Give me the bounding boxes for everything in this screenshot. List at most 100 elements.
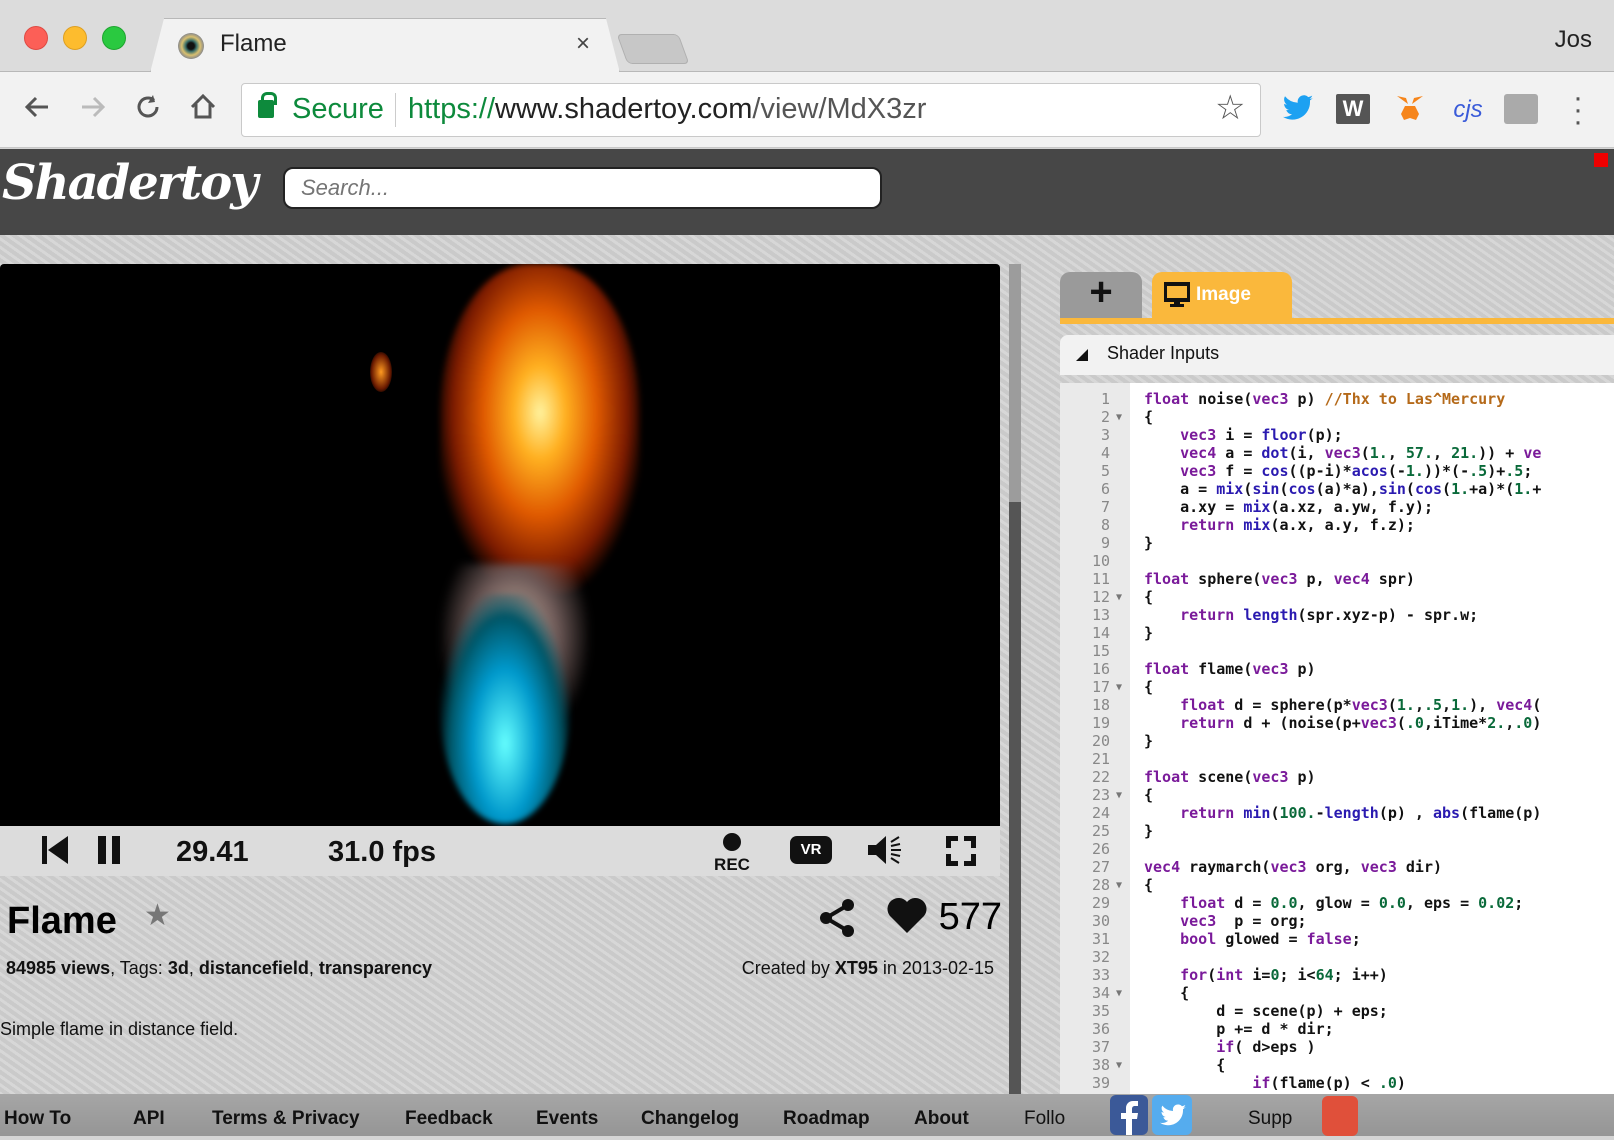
code-line[interactable]: 35 d = scene(p) + eps; (1060, 1002, 1614, 1021)
status-indicator (1594, 153, 1608, 167)
code-line[interactable]: 16 float flame(vec3 p) (1060, 660, 1614, 679)
tag-link[interactable]: distancefield (199, 958, 309, 978)
image-icon[interactable] (1504, 94, 1538, 124)
code-line[interactable]: 23 ▼{ (1060, 786, 1614, 805)
monitor-icon (1164, 282, 1190, 307)
add-pass-tab[interactable]: + (1060, 272, 1142, 318)
code-line[interactable]: 38 ▼ { (1060, 1056, 1614, 1075)
favorite-star-icon[interactable]: ★ (144, 898, 171, 933)
share-icon[interactable] (818, 898, 858, 938)
back-arrow-icon[interactable] (22, 92, 52, 128)
new-tab-button[interactable] (616, 34, 690, 64)
url-path: /view/MdX3zr (752, 93, 927, 125)
minimize-window-button[interactable] (63, 26, 87, 50)
site-logo[interactable]: Shadertoy (2, 155, 258, 211)
code-line[interactable]: 10 (1060, 552, 1614, 571)
fullscreen-icon[interactable] (946, 836, 976, 870)
code-line[interactable]: 6 a = mix(sin(cos(a)*a),sin(cos(1.+a)*(1… (1060, 480, 1614, 499)
facebook-icon[interactable] (1110, 1095, 1148, 1135)
footer-link-events[interactable]: Events (536, 1108, 598, 1130)
vr-button[interactable]: VR (790, 836, 832, 864)
metamask-icon[interactable] (1392, 94, 1428, 126)
patreon-icon[interactable] (1322, 1096, 1358, 1136)
code-line[interactable]: 39 if(flame(p) < .0) (1060, 1074, 1614, 1093)
code-line[interactable]: 19 return d + (noise(p+vec3(.0,iTime*2.,… (1060, 714, 1614, 733)
code-line[interactable]: 24 return min(100.-length(p) , abs(flame… (1060, 804, 1614, 823)
reload-icon[interactable] (133, 92, 163, 128)
code-line[interactable]: 30 vec3 p = org; (1060, 912, 1614, 931)
code-line[interactable]: 11 float sphere(vec3 p, vec4 spr) (1060, 570, 1614, 589)
pause-icon[interactable] (98, 836, 122, 868)
heart-icon[interactable] (886, 897, 928, 933)
browser-menu-icon[interactable]: · · · (1568, 83, 1588, 137)
code-line[interactable]: 33 for(int i=0; i<64; i++) (1060, 966, 1614, 985)
footer-link-terms[interactable]: Terms & Privacy (212, 1108, 360, 1130)
tag-link[interactable]: 3d (168, 958, 189, 978)
code-line[interactable]: 34 ▼ { (1060, 984, 1614, 1003)
flame-blue-region (440, 594, 570, 824)
tab-underline (1060, 318, 1614, 324)
code-line[interactable]: 7 a.xy = mix(a.xz, a.yw, f.y); (1060, 498, 1614, 517)
rewind-icon[interactable] (42, 836, 68, 868)
cjs-icon[interactable]: cjs (1446, 94, 1490, 126)
bookmark-star-icon[interactable]: ☆ (1215, 88, 1245, 128)
footer-link-api[interactable]: API (133, 1108, 165, 1130)
record-button[interactable]: REC (712, 832, 752, 873)
code-line[interactable]: 13 return length(spr.xyz-p) - spr.w; (1060, 606, 1614, 625)
maximize-window-button[interactable] (102, 26, 126, 50)
close-window-button[interactable] (24, 26, 48, 50)
code-line[interactable]: 25} (1060, 822, 1614, 841)
code-line[interactable]: 18 float d = sphere(p*vec3(1.,.5,1.), ve… (1060, 696, 1614, 715)
close-tab-icon[interactable]: × (576, 30, 590, 58)
footer-link-about[interactable]: About (914, 1108, 969, 1130)
page-scrollbar-thumb[interactable] (1009, 264, 1021, 502)
code-line[interactable]: 28 ▼{ (1060, 876, 1614, 895)
code-line[interactable]: 17 ▼{ (1060, 678, 1614, 697)
footer-link-changelog[interactable]: Changelog (641, 1108, 739, 1130)
code-line[interactable]: 15 (1060, 642, 1614, 661)
shader-canvas[interactable] (0, 264, 1000, 826)
code-line[interactable]: 36 p += d * dir; (1060, 1020, 1614, 1039)
code-line[interactable]: 4 vec4 a = dot(i, vec3(1., 57., 21.)) + … (1060, 444, 1614, 463)
code-line[interactable]: 9} (1060, 534, 1614, 553)
profile-name[interactable]: Jos (1555, 26, 1592, 54)
tag-link[interactable]: transparency (319, 958, 432, 978)
code-line[interactable]: 31 bool glowed = false; (1060, 930, 1614, 949)
footer-link-feedback[interactable]: Feedback (405, 1108, 493, 1130)
code-line[interactable]: 12 ▼{ (1060, 588, 1614, 607)
shader-inputs-bar[interactable]: Shader Inputs (1060, 335, 1614, 375)
code-line[interactable]: 3 vec3 i = floor(p); (1060, 426, 1614, 445)
code-line[interactable]: 27 vec4 raymarch(vec3 org, vec3 dir) (1060, 858, 1614, 877)
url-text[interactable]: https://www.shadertoy.com/view/MdX3zr (408, 93, 926, 126)
twitter-icon[interactable] (1280, 94, 1316, 126)
shader-inputs-label: Shader Inputs (1107, 343, 1220, 363)
author-link[interactable]: XT95 (835, 958, 878, 978)
code-line[interactable]: 14} (1060, 624, 1614, 643)
w-icon[interactable]: W (1336, 94, 1370, 124)
code-line[interactable]: 1 float noise(vec3 p) //Thx to Las^Mercur… (1060, 390, 1614, 409)
footer-link-how-to[interactable]: How To (4, 1108, 71, 1130)
elapsed-time: 29.41 (176, 836, 249, 868)
lock-icon (258, 92, 277, 118)
search-input[interactable] (283, 167, 882, 209)
code-line[interactable]: 8 return mix(a.x, a.y, f.z); (1060, 516, 1614, 535)
code-editor[interactable]: 1 float noise(vec3 p) //Thx to Las^Mercur… (1060, 383, 1614, 1094)
code-line[interactable]: 5 vec3 f = cos((p-i)*acos(-1.))*(-.5)+.5… (1060, 462, 1614, 481)
forward-arrow-icon[interactable] (78, 92, 108, 128)
record-label: REC (714, 855, 750, 874)
home-icon[interactable] (188, 92, 218, 128)
code-line[interactable]: 26 (1060, 840, 1614, 859)
image-tab[interactable]: Image (1152, 272, 1292, 318)
likes[interactable]: 577 (886, 896, 1002, 939)
footer-link-roadmap[interactable]: Roadmap (783, 1108, 870, 1130)
code-line[interactable]: 37 if( d>eps ) (1060, 1038, 1614, 1057)
collapse-triangle-icon[interactable] (1076, 349, 1088, 361)
code-line[interactable]: 22 float scene(vec3 p) (1060, 768, 1614, 787)
twitter-footer-icon[interactable] (1152, 1095, 1192, 1135)
code-line[interactable]: 20} (1060, 732, 1614, 751)
code-line[interactable]: 2 ▼{ (1060, 408, 1614, 427)
code-line[interactable]: 29 float d = 0.0, glow = 0.0, eps = 0.02… (1060, 894, 1614, 913)
code-line[interactable]: 21 (1060, 750, 1614, 769)
volume-icon[interactable] (866, 834, 906, 870)
code-line[interactable]: 32 (1060, 948, 1614, 967)
